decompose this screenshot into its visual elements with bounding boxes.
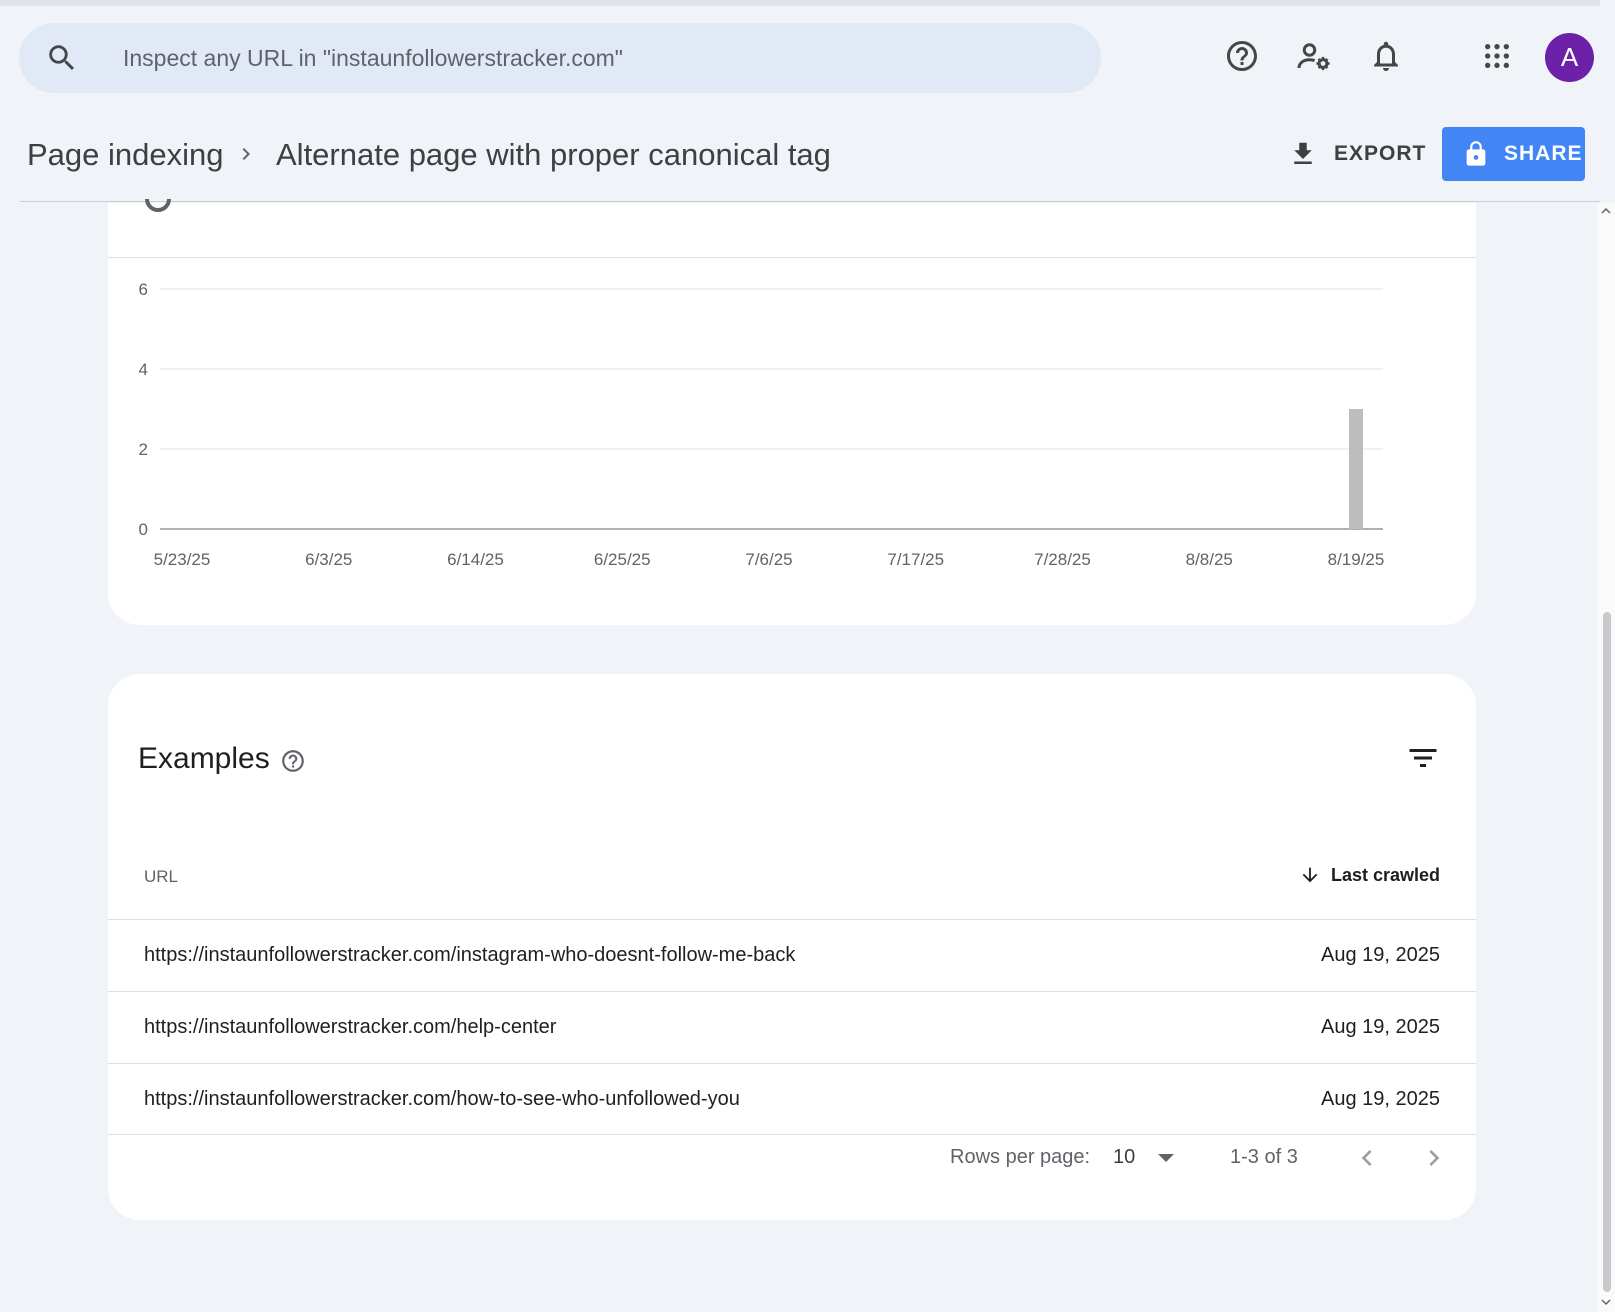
x-tick-label: 5/23/25 — [154, 550, 211, 569]
chart-card: 0 2 4 6 5/23/25 6/3/25 6/14/25 6/25/25 7/6/25 7/1… — [108, 198, 1476, 625]
examples-title: Examples — [138, 742, 270, 775]
x-tick-label: 6/14/25 — [447, 550, 504, 569]
chevron-right-icon[interactable] — [1418, 1142, 1450, 1174]
scroll-down-icon[interactable] — [1601, 1298, 1611, 1306]
download-icon — [1294, 142, 1312, 164]
y-tick-label: 6 — [139, 280, 148, 299]
last-crawled-label: Last crawled — [1330, 864, 1440, 885]
y-tick-label: 4 — [139, 360, 148, 379]
x-tick-label: 8/19/25 — [1328, 550, 1385, 569]
dropdown-caret-icon[interactable] — [1156, 1150, 1176, 1166]
breadcrumb-page-indexing[interactable]: Page indexing — [27, 137, 224, 173]
table-row[interactable]: https://instaunfollowerstracker.com/help… — [108, 991, 1476, 1063]
column-header-url: URL — [144, 867, 179, 886]
x-tick-label: 6/3/25 — [305, 550, 352, 569]
help-icon[interactable] — [280, 748, 306, 774]
x-tick-label: 6/25/25 — [594, 550, 651, 569]
notifications-bell-icon[interactable] — [1366, 36, 1406, 76]
row-url: https://instaunfollowerstracker.com/how-… — [144, 1088, 740, 1110]
top-bar: Inspect any URL in "instaunfollowerstrac… — [0, 6, 1600, 106]
y-tick-label: 0 — [139, 520, 148, 539]
table-row[interactable]: https://instaunfollowerstracker.com/inst… — [108, 919, 1476, 991]
apps-grid-icon[interactable] — [1477, 36, 1517, 76]
share-button[interactable]: SHARE — [1442, 127, 1585, 181]
examples-card: Examples URL Last crawled https://instau… — [108, 674, 1476, 1220]
row-url: https://instaunfollowerstracker.com/help… — [144, 1016, 557, 1038]
y-tick-label: 2 — [139, 440, 148, 459]
row-url: https://instaunfollowerstracker.com/inst… — [144, 944, 796, 966]
table-row[interactable]: https://instaunfollowerstracker.com/how-… — [108, 1063, 1476, 1135]
manage-users-icon[interactable] — [1294, 36, 1334, 76]
breadcrumb: Page indexing Alternate page with proper… — [20, 106, 1600, 202]
arrow-down-icon — [1302, 867, 1318, 883]
rows-per-page-label: Rows per page: — [950, 1146, 1091, 1168]
row-last-crawled: Aug 19, 2025 — [1321, 944, 1440, 966]
chevron-right-icon — [242, 148, 250, 160]
scrollbar-thumb[interactable] — [1603, 612, 1611, 1292]
chart-bar — [1349, 409, 1363, 529]
x-tick-label: 7/17/25 — [887, 550, 944, 569]
indexing-bar-chart: 0 2 4 6 5/23/25 6/3/25 6/14/25 6/25/25 7/6/25 7/1… — [139, 280, 1385, 569]
help-icon[interactable] — [1222, 36, 1262, 76]
lock-icon — [1466, 141, 1486, 166]
search-placeholder: Inspect any URL in "instaunfollowerstrac… — [123, 45, 623, 71]
filter-icon[interactable] — [1405, 740, 1441, 776]
rows-per-page-select[interactable]: 10 — [1113, 1146, 1135, 1169]
row-last-crawled: Aug 19, 2025 — [1321, 1016, 1440, 1038]
column-header-last-crawled[interactable]: Last crawled — [1299, 864, 1440, 886]
search-icon — [49, 45, 75, 71]
x-tick-label: 7/6/25 — [745, 550, 792, 569]
pagination-range: 1-3 of 3 — [1230, 1146, 1298, 1168]
scroll-up-icon[interactable] — [1601, 207, 1611, 215]
x-tick-label: 7/28/25 — [1034, 550, 1091, 569]
export-button[interactable]: EXPORT — [1288, 134, 1426, 174]
account-avatar[interactable]: A — [1545, 33, 1594, 82]
x-tick-label: 8/8/25 — [1186, 550, 1233, 569]
url-inspection-search[interactable]: Inspect any URL in "instaunfollowerstrac… — [19, 23, 1101, 93]
page-title: Alternate page with proper canonical tag — [276, 137, 831, 172]
row-last-crawled: Aug 19, 2025 — [1321, 1088, 1440, 1110]
pagination: Rows per page: 10 1-3 of 3 — [108, 1134, 1476, 1184]
share-label: SHARE — [1504, 142, 1583, 165]
chevron-left-icon[interactable] — [1351, 1142, 1383, 1174]
export-label: EXPORT — [1334, 142, 1427, 165]
